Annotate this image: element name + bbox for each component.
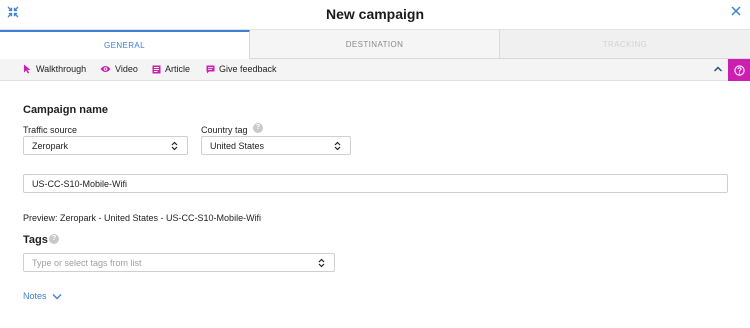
page-title: New campaign: [325, 6, 425, 22]
tab-bar: GENERAL DESTINATION TRACKING: [0, 30, 750, 59]
traffic-source-value: Zeropark: [32, 140, 69, 151]
tags-title: Tags: [23, 234, 48, 246]
select-arrows-icon: [318, 258, 325, 268]
help-bar: Walkthrough Video Article Give feedback: [0, 59, 750, 81]
feedback-icon: [206, 65, 215, 73]
notes-toggle[interactable]: Notes: [23, 291, 62, 301]
tab-destination[interactable]: DESTINATION: [250, 30, 500, 59]
video-label: Video: [115, 64, 138, 74]
campaign-name-input[interactable]: US-CC-S10-Mobile-Wifi: [23, 174, 728, 193]
eye-icon: [100, 66, 111, 72]
give-feedback-link[interactable]: Give feedback: [206, 64, 277, 74]
help-button[interactable]: [728, 59, 750, 81]
info-icon: ?: [49, 234, 59, 244]
traffic-source-select[interactable]: Zeropark: [23, 136, 188, 155]
country-tag-label: Country tag: [201, 125, 248, 135]
country-tag-select[interactable]: United States: [201, 136, 351, 155]
notes-label: Notes: [23, 291, 47, 301]
feedback-label: Give feedback: [219, 64, 277, 74]
form-content: Campaign name Traffic source Zeropark Co…: [0, 81, 750, 328]
select-arrows-icon: [171, 141, 178, 151]
tab-tracking: TRACKING: [500, 30, 750, 59]
article-label: Article: [165, 64, 191, 74]
video-link[interactable]: Video: [100, 64, 138, 74]
campaign-name-preview: Preview: Zeropark - United States - US-C…: [23, 213, 262, 223]
chevron-down-icon: [52, 293, 62, 299]
modal-header: New campaign: [0, 0, 750, 30]
walkthrough-label: Walkthrough: [36, 64, 87, 74]
tags-select[interactable]: Type or select tags from list: [23, 253, 335, 272]
cursor-icon: [24, 64, 31, 74]
country-tag-value: United States: [210, 140, 265, 151]
close-icon[interactable]: [731, 6, 741, 16]
info-icon: ?: [253, 123, 263, 133]
tags-placeholder: Type or select tags from list: [32, 257, 142, 268]
traffic-source-label: Traffic source: [23, 125, 78, 135]
article-icon: [152, 65, 161, 73]
section-title: Campaign name: [23, 104, 108, 116]
article-link[interactable]: Article: [152, 64, 190, 74]
select-arrows-icon: [334, 141, 341, 151]
tab-general[interactable]: GENERAL: [0, 30, 250, 59]
help-icon: [733, 64, 745, 76]
chevron-up-icon[interactable]: [713, 64, 723, 74]
walkthrough-link[interactable]: Walkthrough: [23, 64, 86, 74]
campaign-name-value: US-CC-S10-Mobile-Wifi: [32, 178, 128, 189]
